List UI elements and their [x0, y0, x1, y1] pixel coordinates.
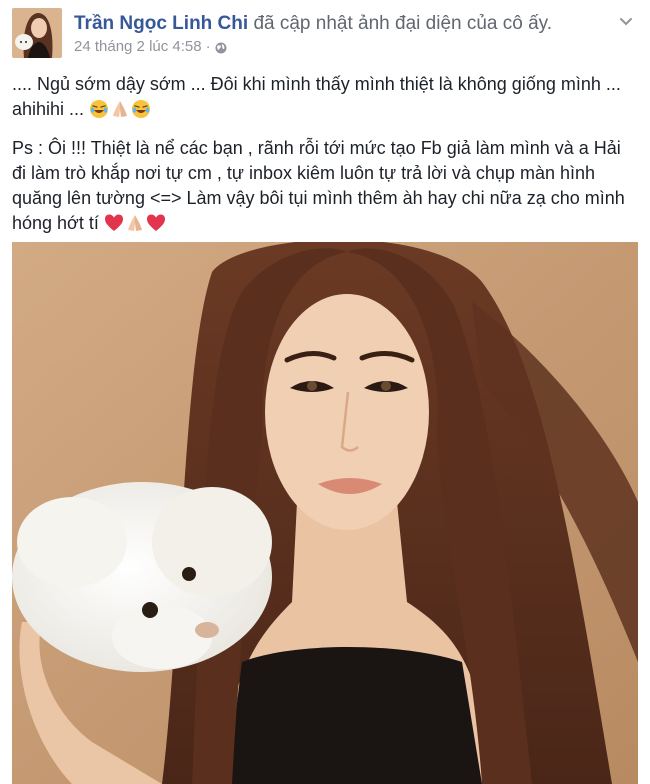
laughing-tears-emoji [89, 99, 109, 119]
avatar[interactable] [12, 8, 62, 58]
praying-hands-emoji [110, 99, 130, 119]
post-meta: 24 tháng 2 lúc 4:58 · [74, 38, 227, 56]
red-heart-emoji [104, 213, 124, 233]
meta-separator: · [205, 38, 211, 55]
red-heart-emoji [146, 213, 166, 233]
post-text: .... Ngủ sớm dậy sớm ... Đôi khi mình th… [12, 72, 638, 250]
post-timestamp[interactable]: 24 tháng 2 lúc 4:58 [74, 38, 202, 56]
profile-photo[interactable] [12, 242, 638, 784]
post-action-text: đã cập nhật ảnh đại diện của cô ấy. [253, 13, 553, 34]
chevron-down-icon[interactable] [618, 14, 634, 30]
laughing-tears-emoji [131, 99, 151, 119]
globe-icon[interactable] [215, 41, 227, 54]
post-title: Trần Ngọc Linh Chi đã cập nhật ảnh đại d… [74, 12, 552, 36]
post-paragraph: Ps : Ôi !!! Thiệt là nể các bạn , rãnh r… [12, 136, 638, 236]
post-header: Trần Ngọc Linh Chi đã cập nhật ảnh đại d… [12, 8, 638, 62]
post-paragraph: .... Ngủ sớm dậy sớm ... Đôi khi mình th… [12, 72, 638, 122]
facebook-post: Trần Ngọc Linh Chi đã cập nhật ảnh đại d… [0, 0, 650, 784]
praying-hands-emoji [125, 213, 145, 233]
author-name-link[interactable]: Trần Ngọc Linh Chi [74, 13, 248, 34]
